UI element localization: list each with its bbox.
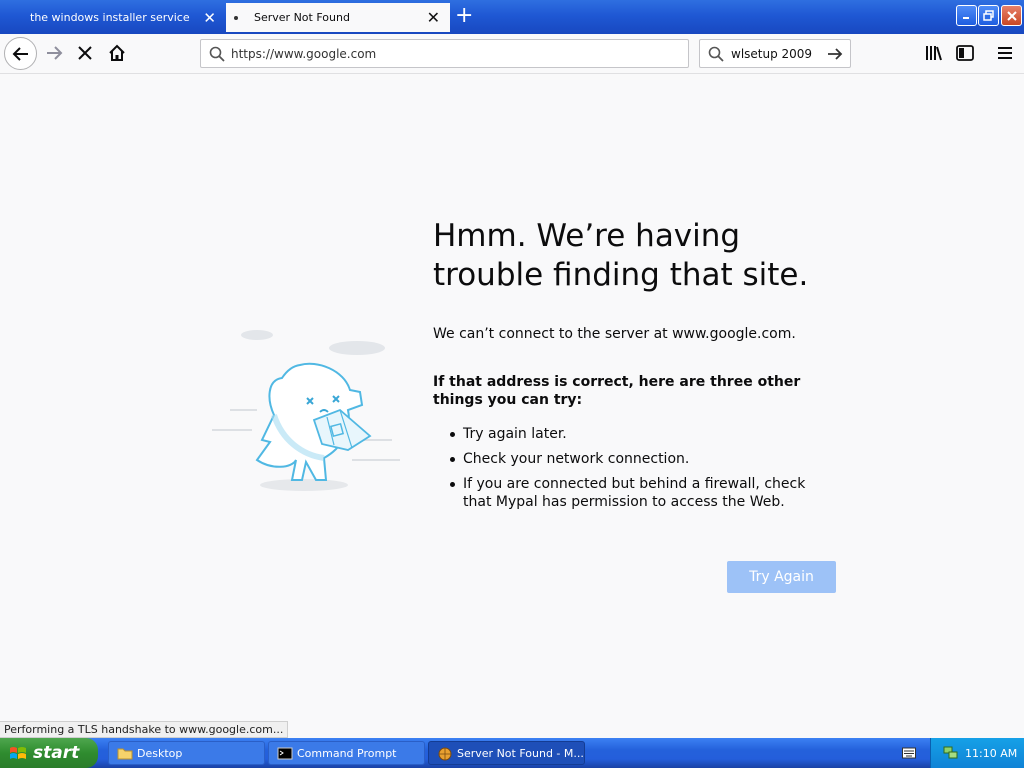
error-description: We can’t connect to the server at www.go… <box>433 326 796 342</box>
list-item: Check your network connection. <box>433 450 833 468</box>
back-button[interactable] <box>4 37 37 70</box>
tab-windows-installer[interactable]: the windows installer service could not … <box>0 3 224 32</box>
folder-icon <box>117 748 133 760</box>
windows-flag-icon <box>10 747 26 759</box>
home-button[interactable] <box>104 40 130 66</box>
sidebar-icon <box>956 45 974 61</box>
sad-monster-illustration-icon <box>212 330 400 491</box>
taskbar: start Desktop Command Prompt Server Not … <box>0 738 1024 768</box>
task-label: Command Prompt <box>297 746 397 760</box>
task-label: Server Not Found - M... <box>457 746 584 760</box>
close-window-button[interactable] <box>1001 5 1022 26</box>
minimize-icon <box>963 17 969 19</box>
try-again-button[interactable]: Try Again <box>727 561 836 593</box>
clock[interactable]: 11:10 AM <box>965 747 1017 760</box>
library-button[interactable] <box>922 41 946 65</box>
library-icon <box>926 46 942 61</box>
home-icon <box>109 44 125 61</box>
list-item: If you are connected but behind a firewa… <box>433 475 833 511</box>
task-label: Desktop <box>137 746 183 760</box>
restore-button[interactable] <box>978 5 999 26</box>
system-tray: 11:10 AM <box>930 738 1024 768</box>
address-bar[interactable]: https://www.google.com <box>200 39 689 68</box>
tab-server-not-found[interactable]: Server Not Found ✕ <box>226 3 450 32</box>
close-icon <box>1006 10 1017 21</box>
navigation-toolbar: https://www.google.com wlsetup 2009 <box>0 34 1024 74</box>
forward-button[interactable] <box>41 40 67 66</box>
list-item: Try again later. <box>433 425 833 443</box>
search-icon <box>209 46 225 62</box>
tab-label: Server Not Found <box>254 11 350 24</box>
search-go-arrow-icon[interactable] <box>826 45 844 63</box>
stop-x-icon <box>78 46 92 60</box>
tab-close-icon[interactable]: ✕ <box>427 8 440 27</box>
keyboard-icon[interactable] <box>902 747 916 759</box>
tips-heading: If that address is correct, here are thr… <box>433 374 801 408</box>
tab-loading-icon <box>234 16 238 20</box>
browser-icon <box>438 747 452 761</box>
network-icon[interactable] <box>943 746 959 760</box>
error-title: Hmm. We’re having trouble finding that s… <box>433 218 809 293</box>
tab-close-icon[interactable]: ✕ <box>203 9 216 27</box>
page-content: Hmm. We’re having trouble finding that s… <box>0 75 1024 738</box>
tab-label: the windows installer service could not … <box>30 11 192 24</box>
url-text: https://www.google.com <box>231 46 377 61</box>
hamburger-menu-icon <box>998 47 1012 59</box>
forward-arrow-icon <box>47 46 63 60</box>
search-icon <box>708 46 724 62</box>
new-tab-plus-icon[interactable]: + <box>455 3 473 29</box>
minimize-button[interactable] <box>956 5 977 26</box>
restore-icon <box>983 10 994 21</box>
search-bar[interactable]: wlsetup 2009 <box>699 39 851 68</box>
command-prompt-icon <box>277 747 293 760</box>
title-bar: the windows installer service could not … <box>0 0 1024 34</box>
menu-button[interactable] <box>993 41 1017 65</box>
start-label: start <box>33 743 80 763</box>
start-button[interactable]: start <box>0 738 98 768</box>
stop-button[interactable] <box>72 40 98 66</box>
search-text: wlsetup 2009 <box>731 46 813 61</box>
tips-list: Try again later. Check your network conn… <box>433 425 833 518</box>
taskbar-item-desktop[interactable]: Desktop <box>108 741 265 765</box>
sidebar-button[interactable] <box>953 41 977 65</box>
taskbar-item-browser[interactable]: Server Not Found - M... <box>428 741 585 765</box>
status-bar-text: Performing a TLS handshake to www.google… <box>0 721 289 738</box>
back-arrow-icon <box>12 46 28 61</box>
taskbar-item-command-prompt[interactable]: Command Prompt <box>268 741 425 765</box>
